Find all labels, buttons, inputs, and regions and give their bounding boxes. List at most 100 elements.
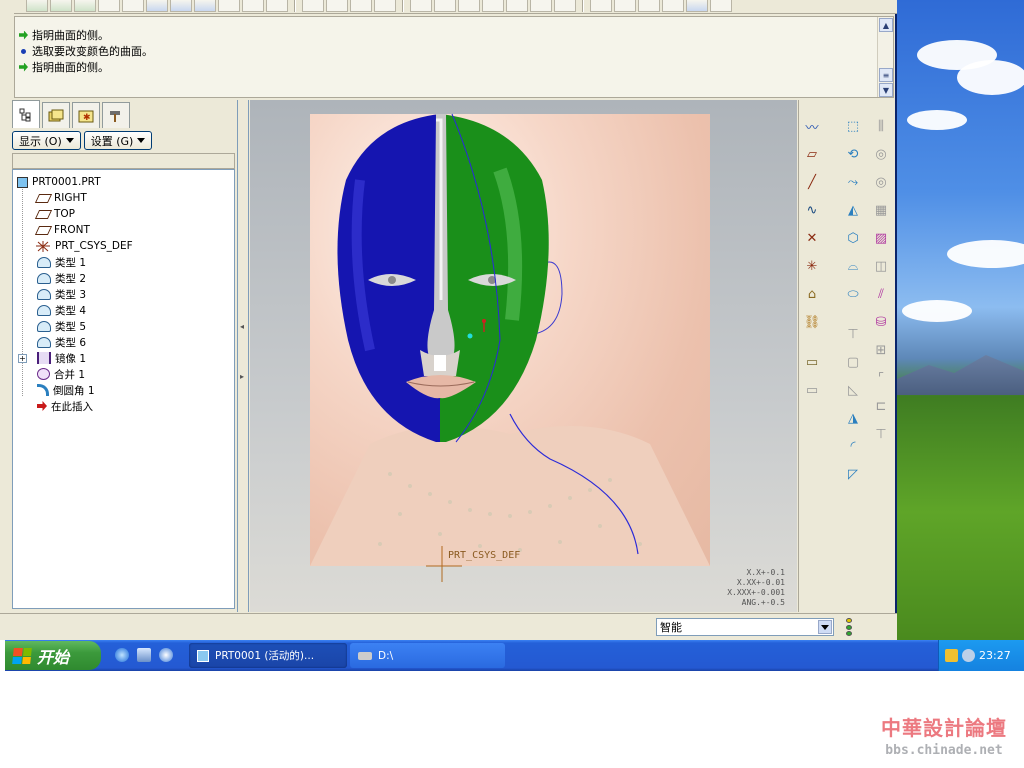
datum-point-tool-icon[interactable]: ✕: [802, 228, 822, 248]
clock[interactable]: 23:27: [979, 649, 1011, 662]
tree-item-label: 类型 4: [55, 304, 87, 317]
media-player-icon[interactable]: [137, 648, 151, 662]
blend-tool-icon[interactable]: ◭: [843, 200, 863, 220]
show-dropdown-button[interactable]: 显示 (O): [12, 131, 81, 150]
toolbar-button[interactable]: [266, 0, 288, 12]
scroll-grip[interactable]: ≡: [879, 68, 893, 82]
taskbar-item-proe[interactable]: PRT0001 (活动的)...: [189, 643, 347, 668]
datum-axis-tool-icon[interactable]: ╱: [802, 172, 822, 192]
tree-item[interactable]: 在此插入: [13, 398, 234, 414]
tree-item[interactable]: 类型 4: [13, 302, 234, 318]
sketch-tool-icon[interactable]: 〰: [802, 116, 822, 136]
toolbar-button[interactable]: [146, 0, 168, 12]
tree-item[interactable]: FRONT: [13, 222, 234, 238]
round-tool-icon[interactable]: ◜: [843, 436, 863, 456]
toolbar-button[interactable]: [374, 0, 396, 12]
panel-splitter[interactable]: ◂ ▸: [237, 100, 249, 612]
toolbar-button[interactable]: [170, 0, 192, 12]
taskbar-item-explorer[interactable]: D:\: [350, 643, 505, 668]
toolbar-button[interactable]: [662, 0, 684, 12]
toolbar-button[interactable]: [26, 0, 48, 12]
toolbar-button[interactable]: [50, 0, 72, 12]
face-surface-model[interactable]: [250, 100, 797, 612]
toolbar-button[interactable]: [194, 0, 216, 12]
sweep-tool-icon[interactable]: ⤳: [843, 172, 863, 192]
tree-item-root[interactable]: PRT0001.PRT: [13, 174, 234, 190]
csys-tool-icon[interactable]: ✳: [802, 256, 822, 276]
toolbar-button[interactable]: [458, 0, 480, 12]
toolbar-separator: [402, 0, 404, 12]
tools-tab[interactable]: [102, 102, 130, 128]
analysis-tool-icon[interactable]: ⌂: [802, 284, 822, 304]
model-tree-tab[interactable]: [12, 100, 40, 128]
toolbar-button[interactable]: [590, 0, 612, 12]
internet-explorer-icon[interactable]: [115, 648, 129, 662]
main-toolbar: [14, 0, 897, 14]
tree-item[interactable]: 倒圆角 1: [13, 382, 234, 398]
dropdown-arrow-icon[interactable]: [818, 620, 832, 634]
volume-icon[interactable]: [962, 649, 975, 662]
proe-window: 指明曲面的侧。 选取要改变颜色的曲面。 指明曲面的侧。 ▲ ≡ ▼ ✱ 显示 (…: [0, 0, 897, 640]
scroll-down-button[interactable]: ▼: [879, 83, 893, 97]
favorites-tab[interactable]: ✱: [72, 102, 100, 128]
security-alert-icon[interactable]: [945, 649, 958, 662]
toolbar-button[interactable]: [218, 0, 240, 12]
collapse-left-arrow-icon[interactable]: ◂: [240, 322, 246, 338]
solidify-tool-icon[interactable]: ⛁: [871, 312, 891, 332]
toolbar-button[interactable]: [686, 0, 708, 12]
tree-item[interactable]: 类型 5: [13, 318, 234, 334]
extrude-tool-icon[interactable]: ⬚: [843, 116, 863, 136]
toolbar-button[interactable]: [122, 0, 144, 12]
chain-tool-icon[interactable]: ⛓: [802, 312, 822, 332]
toolbar-button[interactable]: [506, 0, 528, 12]
toolbar-button[interactable]: [434, 0, 456, 12]
scroll-up-button[interactable]: ▲: [879, 18, 893, 32]
style-tool-icon[interactable]: ⌓: [843, 256, 863, 276]
selection-filter-dropdown[interactable]: 智能: [656, 618, 834, 636]
select-tool-icon[interactable]: ▭: [802, 352, 822, 372]
intersect-tool-icon[interactable]: ⫽: [871, 284, 891, 304]
chamfer-tool-icon[interactable]: ◸: [843, 464, 863, 484]
expand-icon[interactable]: +: [18, 353, 27, 363]
offset-tool-icon[interactable]: ▨: [871, 228, 891, 248]
toolbar-button[interactable]: [530, 0, 552, 12]
toolbar-button[interactable]: [410, 0, 432, 12]
variable-section-sweep-icon[interactable]: ⬭: [843, 284, 863, 304]
toolbar-button[interactable]: [614, 0, 636, 12]
toolbar-button[interactable]: [98, 0, 120, 12]
hole-tool-icon: ⊤: [847, 326, 859, 342]
start-button[interactable]: 开始: [5, 641, 101, 670]
toolbar-button[interactable]: [350, 0, 372, 12]
datum-curve-tool-icon[interactable]: ∿: [802, 200, 822, 220]
browser-icon[interactable]: [159, 648, 173, 662]
expand-right-arrow-icon[interactable]: ▸: [240, 372, 246, 388]
tree-item[interactable]: RIGHT: [13, 190, 234, 206]
toolbar-button[interactable]: [302, 0, 324, 12]
datum-plane-tool-icon[interactable]: ▱: [802, 144, 822, 164]
toolbar-button[interactable]: [554, 0, 576, 12]
revolve-tool-icon[interactable]: ⟲: [843, 144, 863, 164]
toolbar-button[interactable]: [710, 0, 732, 12]
toolbar-button[interactable]: [482, 0, 504, 12]
tree-item[interactable]: 类型 2: [13, 270, 234, 286]
tree-item[interactable]: + 镜像 1: [13, 350, 234, 366]
boundary-blend-icon[interactable]: ⬡: [843, 228, 863, 248]
tree-item[interactable]: 类型 6: [13, 334, 234, 350]
layer-tab[interactable]: [42, 102, 70, 128]
toolbar-button[interactable]: [638, 0, 660, 12]
toolbar-button[interactable]: [74, 0, 96, 12]
message-line: 指明曲面的侧。: [19, 59, 109, 75]
toolbar-button[interactable]: [242, 0, 264, 12]
tree-item[interactable]: TOP: [13, 206, 234, 222]
settings-dropdown-button[interactable]: 设置 (G): [83, 131, 153, 150]
draft-tool-icon[interactable]: ◮: [843, 408, 863, 428]
tree-item[interactable]: 类型 1: [13, 254, 234, 270]
tree-item-label: RIGHT: [54, 192, 87, 204]
message-scrollbar[interactable]: ▲ ≡ ▼: [877, 17, 893, 97]
project-tool-icon: ⌜: [877, 370, 885, 386]
tree-item[interactable]: PRT_CSYS_DEF: [13, 238, 234, 254]
toolbar-button[interactable]: [326, 0, 348, 12]
graphics-window[interactable]: PRT_CSYS_DEF X.X+-0.1 X.XX+-0.01 X.XXX+-…: [250, 100, 797, 612]
tree-item[interactable]: 合并 1: [13, 366, 234, 382]
tree-item[interactable]: 类型 3: [13, 286, 234, 302]
